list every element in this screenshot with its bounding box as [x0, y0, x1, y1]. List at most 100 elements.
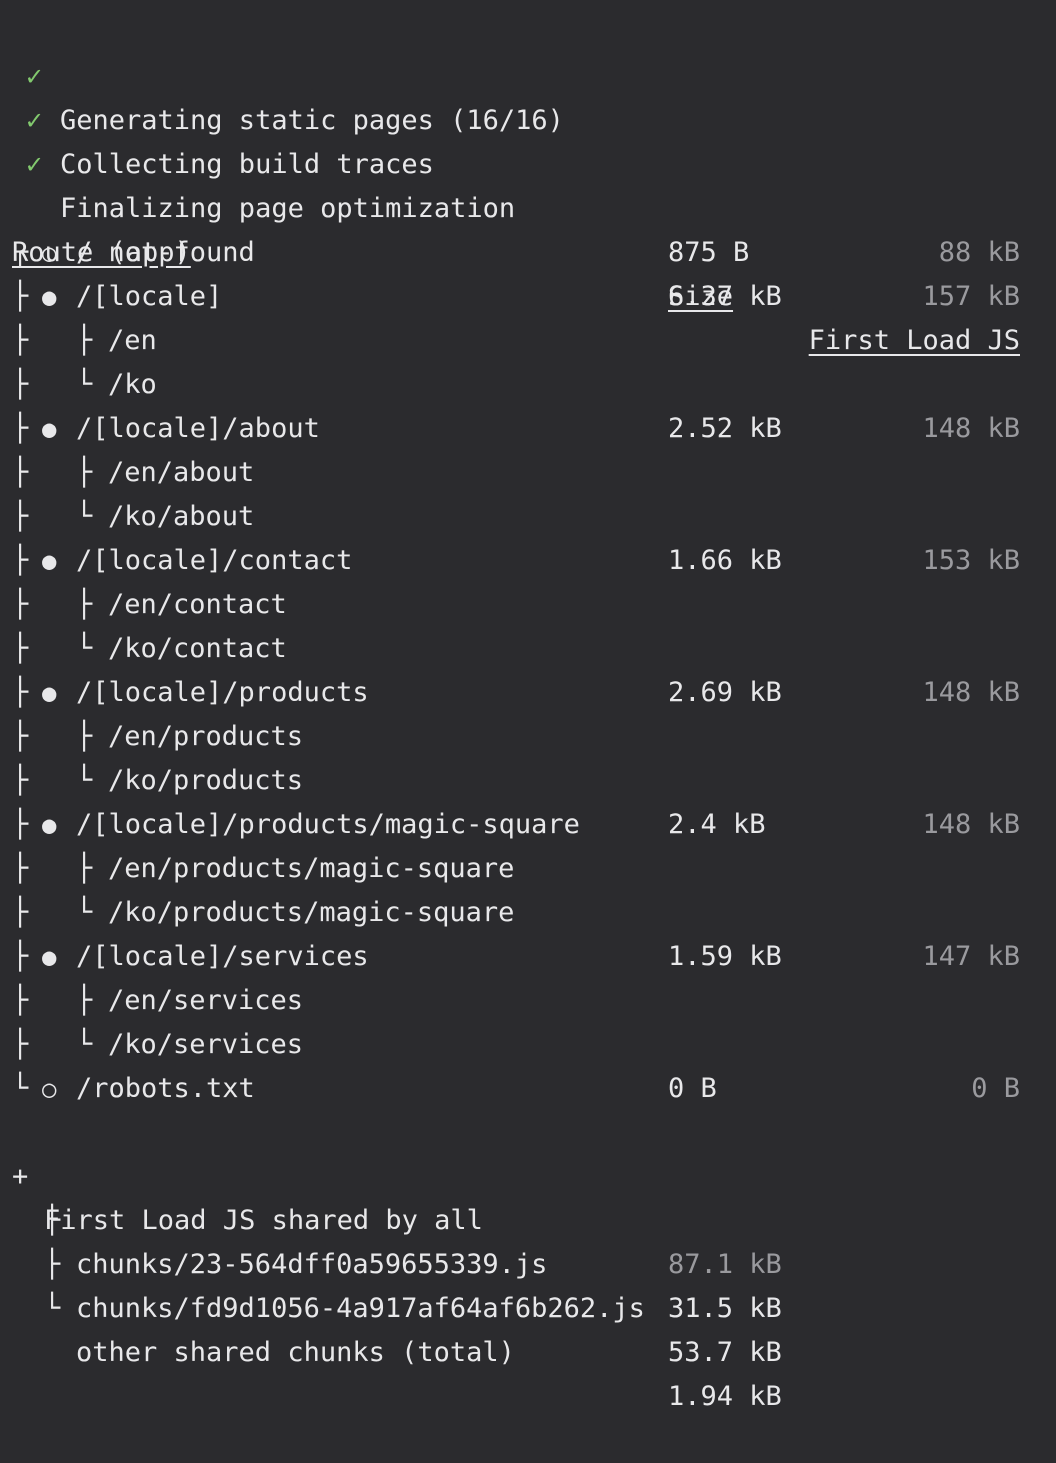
sub-route-path: /en/about — [108, 457, 255, 488]
sub-route-row: ├ └ /ko — [0, 363, 1056, 407]
sub-route-row: ├ ├ /en — [0, 319, 1056, 363]
route-row: ┌ ○ /_not-found 875 B 88 kB — [0, 231, 1056, 275]
sub-route-path: /ko/products/magic-square — [108, 897, 515, 928]
route-size: 2.4 kB — [668, 809, 766, 840]
route-size: 0 B — [668, 1073, 717, 1104]
route-size: 1.59 kB — [668, 941, 782, 972]
sub-route-row: ├ ├ /en/products — [0, 715, 1056, 759]
sub-route-row: ├ └ /ko/products — [0, 759, 1056, 803]
route-row: └ ○ /robots.txt 0 B 0 B — [0, 1067, 1056, 1111]
tree-branch: ├ — [12, 413, 29, 444]
route-first-load: 148 kB — [922, 413, 1020, 444]
tree-branch: ├ — [12, 941, 29, 972]
sub-route-path: /ko/products — [108, 765, 304, 796]
route-path: /[locale]/about — [76, 413, 320, 444]
sub-route-row: ├ ├ /en/products/magic-square — [0, 847, 1056, 891]
tree-branch: ├ — [12, 325, 29, 356]
dynamic-route-icon: ● — [42, 811, 57, 839]
tree-branch: ┌ — [12, 237, 29, 268]
sub-route-path: /en/products — [108, 721, 304, 752]
route-row: ├ ● /[locale]/services 1.59 kB 147 kB — [0, 935, 1056, 979]
route-path: /[locale]/services — [76, 941, 369, 972]
tree-branch: ├ — [12, 809, 29, 840]
sub-route-row: ├ └ /ko/about — [0, 495, 1056, 539]
route-first-load: 0 B — [971, 1073, 1020, 1104]
route-first-load: 157 kB — [922, 281, 1020, 312]
tree-branch: ├ — [12, 897, 29, 928]
terminal-output: ✓ Generating static pages (16/16) ✓ Coll… — [0, 0, 1056, 1412]
tree-branch: ├ — [76, 589, 93, 620]
sub-route-path: /en — [108, 325, 157, 356]
dynamic-route-icon: ● — [42, 679, 57, 707]
route-size: 6.37 kB — [668, 281, 782, 312]
tree-branch: └ — [44, 1293, 61, 1324]
route-size: 2.52 kB — [668, 413, 782, 444]
sub-route-row: ├ └ /ko/products/magic-square — [0, 891, 1056, 935]
tree-branch: ├ — [12, 369, 29, 400]
tree-branch: ├ — [76, 853, 93, 884]
dynamic-route-icon: ● — [42, 943, 57, 971]
dynamic-route-icon: ● — [42, 547, 57, 575]
route-row: ├ ● /[locale]/contact 1.66 kB 153 kB — [0, 539, 1056, 583]
tree-branch: ├ — [12, 985, 29, 1016]
route-path: /robots.txt — [76, 1073, 255, 1104]
chunk-row: ├ chunks/23-564dff0a59655339.js 31.5 kB — [0, 1155, 1056, 1324]
dynamic-route-icon: ● — [42, 283, 57, 311]
static-route-icon: ○ — [42, 239, 57, 267]
route-first-load: 148 kB — [922, 677, 1020, 708]
chunk-size: 1.94 kB — [668, 1381, 782, 1412]
tree-branch: ├ — [12, 589, 29, 620]
check-icon: ✓ — [26, 149, 43, 180]
route-size: 1.66 kB — [668, 545, 782, 576]
chunk-size: 31.5 kB — [668, 1293, 782, 1324]
tree-branch: └ — [76, 633, 93, 664]
tree-branch: ├ — [12, 457, 29, 488]
sub-route-path: /en/products/magic-square — [108, 853, 515, 884]
tree-branch: └ — [76, 765, 93, 796]
sub-route-path: /en/contact — [108, 589, 287, 620]
sub-route-path: /ko/contact — [108, 633, 287, 664]
chunk-size: 53.7 kB — [668, 1337, 782, 1368]
tree-branch: ├ — [12, 677, 29, 708]
route-first-load: 88 kB — [938, 237, 1020, 268]
route-path: /_not-found — [76, 237, 255, 268]
chunk-name: other shared chunks (total) — [76, 1337, 515, 1368]
route-row: ├ ● /[locale]/about 2.52 kB 148 kB — [0, 407, 1056, 451]
sub-route-row: ├ ├ /en/contact — [0, 583, 1056, 627]
tree-branch: ├ — [12, 633, 29, 664]
tree-branch: ├ — [12, 853, 29, 884]
tree-branch: ├ — [76, 721, 93, 752]
route-size: 2.69 kB — [668, 677, 782, 708]
shared-summary: + First Load JS shared by all 87.1 kB — [0, 1111, 1056, 1280]
route-first-load: 147 kB — [922, 941, 1020, 972]
sub-route-path: /ko/services — [108, 1029, 304, 1060]
table-header: Route (app) Size First Load JS — [0, 187, 1056, 356]
build-step-text: Collecting build traces — [60, 149, 434, 180]
tree-branch: ├ — [76, 985, 93, 1016]
route-row: ├ ● /[locale]/products/magic-square 2.4 kB 1… — [0, 803, 1056, 847]
route-path: /[locale] — [76, 281, 223, 312]
route-row: ├ ● /[locale] 6.37 kB 157 kB — [0, 275, 1056, 319]
chunk-name: chunks/fd9d1056-4a917af64af6b262.js — [76, 1293, 645, 1324]
tree-branch: ├ — [12, 281, 29, 312]
route-path: /[locale]/products/magic-square — [76, 809, 580, 840]
dynamic-route-icon: ● — [42, 415, 57, 443]
route-path: /[locale]/contact — [76, 545, 353, 576]
route-size: 875 B — [668, 237, 750, 268]
tree-branch: ├ — [12, 545, 29, 576]
sub-route-path: /en/services — [108, 985, 304, 1016]
tree-branch: ├ — [76, 457, 93, 488]
tree-branch: └ — [76, 897, 93, 928]
tree-branch: ├ — [12, 501, 29, 532]
sub-route-row: ├ └ /ko/services — [0, 1023, 1056, 1067]
tree-branch: └ — [12, 1073, 29, 1104]
tree-branch: └ — [76, 369, 93, 400]
tree-branch: ├ — [12, 1029, 29, 1060]
tree-branch: └ — [76, 501, 93, 532]
sub-route-path: /ko/about — [108, 501, 255, 532]
build-step: ✓ Collecting build traces — [0, 55, 1056, 180]
build-step: ✓ Generating static pages (16/16) — [0, 11, 1056, 136]
sub-route-row: ├ ├ /en/services — [0, 979, 1056, 1023]
sub-route-path: /ko — [108, 369, 157, 400]
chunk-row: └ other shared chunks (total) 1.94 kB — [0, 1243, 1056, 1412]
